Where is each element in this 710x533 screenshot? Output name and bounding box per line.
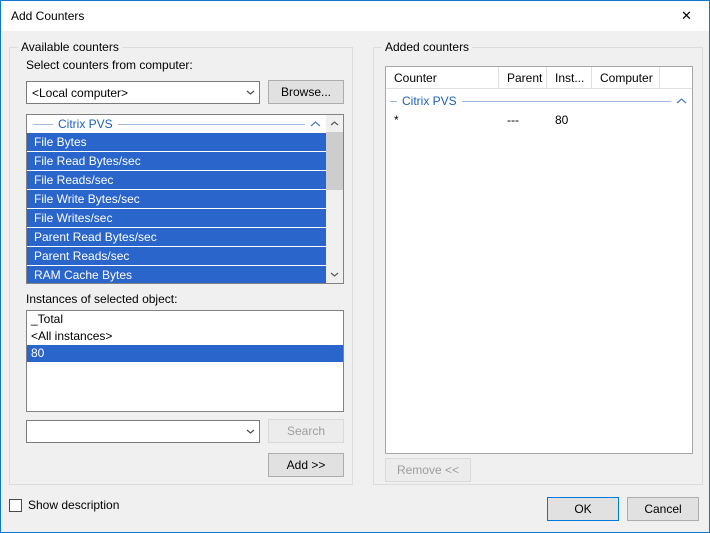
scrollbar-thumb[interactable] <box>326 132 343 190</box>
counter-item[interactable]: Parent Reads/sec <box>27 247 326 266</box>
counter-item[interactable]: File Read Bytes/sec <box>27 152 326 171</box>
group-header-line <box>118 124 305 125</box>
instance-item-selected[interactable]: 80 <box>27 345 343 362</box>
counter-list-content: Citrix PVS File Bytes File Read Bytes/se… <box>27 115 326 283</box>
chevron-down-icon[interactable] <box>241 82 259 103</box>
available-counters-group: Available counters Select counters from … <box>9 47 353 485</box>
added-group-row[interactable]: Citrix PVS <box>386 91 692 111</box>
group-header-line <box>33 124 53 125</box>
show-description-row[interactable]: Show description <box>9 497 119 513</box>
column-header-counter[interactable]: Counter <box>386 67 499 88</box>
chevron-down-icon[interactable] <box>241 421 259 442</box>
counter-item[interactable]: RAM Cache Bytes <box>27 266 326 283</box>
counter-item[interactable]: File Reads/sec <box>27 171 326 190</box>
instance-item[interactable]: <All instances> <box>27 328 343 345</box>
counter-item[interactable]: File Writes/sec <box>27 209 326 228</box>
added-counters-group: Added counters Counter Parent Inst... Co… <box>373 47 703 485</box>
computer-select[interactable]: <Local computer> <box>26 81 260 104</box>
column-header-parent[interactable]: Parent <box>499 67 547 88</box>
available-counters-group-label: Available counters <box>18 40 122 55</box>
dialog-body: Available counters Select counters from … <box>1 31 709 532</box>
ok-button[interactable]: OK <box>547 497 619 521</box>
chevron-up-icon[interactable] <box>676 98 687 104</box>
title-bar: Add Counters ✕ <box>1 1 709 31</box>
select-computer-label: Select counters from computer: <box>26 58 193 72</box>
scroll-down-icon[interactable] <box>326 266 343 283</box>
chevron-up-icon[interactable] <box>310 121 321 127</box>
cell-computer <box>592 111 660 129</box>
counter-group-row[interactable]: Citrix PVS <box>27 115 326 133</box>
search-button[interactable]: Search <box>268 419 344 443</box>
instance-list: _Total <All instances> 80 <box>26 310 344 412</box>
instances-label: Instances of selected object: <box>26 292 177 306</box>
cell-counter: * <box>386 111 499 129</box>
dialog-title: Add Counters <box>11 9 84 23</box>
group-header-line <box>390 101 397 102</box>
counter-list: Citrix PVS File Bytes File Read Bytes/se… <box>26 114 344 284</box>
counter-item[interactable]: File Write Bytes/sec <box>27 190 326 209</box>
counter-item[interactable]: Parent Read Bytes/sec <box>27 228 326 247</box>
cell-instance: 80 <box>547 111 592 129</box>
remove-button[interactable]: Remove << <box>385 458 471 482</box>
search-combo[interactable] <box>26 420 260 443</box>
added-counters-group-label: Added counters <box>382 40 472 55</box>
added-group-label: Citrix PVS <box>402 94 457 108</box>
counter-item[interactable]: File Bytes <box>27 133 326 152</box>
cancel-button[interactable]: Cancel <box>627 497 699 521</box>
instance-item[interactable]: _Total <box>27 311 343 328</box>
close-button[interactable]: ✕ <box>664 1 709 30</box>
scroll-up-icon[interactable] <box>326 115 343 132</box>
counter-list-scrollbar[interactable] <box>326 115 343 283</box>
added-counter-row[interactable]: * --- 80 <box>386 111 692 129</box>
counter-group-label: Citrix PVS <box>58 117 113 131</box>
add-counters-dialog: Add Counters ✕ Available counters Select… <box>0 0 710 533</box>
close-icon: ✕ <box>681 8 692 24</box>
added-counters-table: Counter Parent Inst... Computer Citrix P… <box>385 66 693 454</box>
group-header-line <box>462 101 671 102</box>
show-description-label: Show description <box>28 498 119 512</box>
show-description-checkbox[interactable] <box>9 499 22 512</box>
cell-parent: --- <box>499 111 547 129</box>
computer-select-value: <Local computer> <box>27 86 241 100</box>
column-header-computer[interactable]: Computer <box>592 67 660 88</box>
browse-button[interactable]: Browse... <box>268 80 344 104</box>
add-button[interactable]: Add >> <box>268 453 344 477</box>
table-header-row: Counter Parent Inst... Computer <box>386 67 692 89</box>
column-header-filler <box>660 67 692 88</box>
column-header-instance[interactable]: Inst... <box>547 67 592 88</box>
